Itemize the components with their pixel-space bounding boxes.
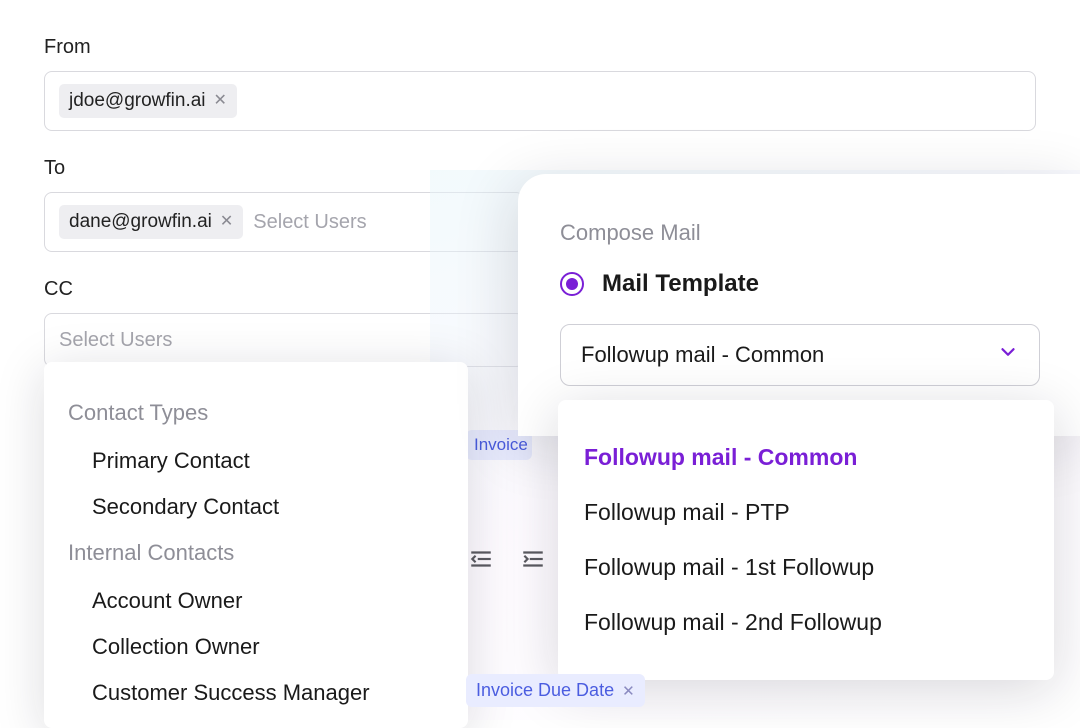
radio-selected-icon (560, 272, 584, 296)
mail-template-radio[interactable]: Mail Template (560, 270, 1040, 298)
to-chip[interactable]: dane@growfin.ai ✕ (59, 205, 243, 239)
indent-increase-icon[interactable] (520, 546, 546, 577)
invoice-due-date-chip[interactable]: Invoice Due Date ✕ (466, 674, 645, 707)
contact-types-heading: Contact Types (68, 400, 444, 426)
template-option[interactable]: Followup mail - 2nd Followup (584, 595, 1028, 650)
close-icon[interactable]: ✕ (214, 93, 227, 109)
contact-type-item[interactable]: Secondary Contact (68, 484, 444, 530)
from-input[interactable]: jdoe@growfin.ai ✕ (44, 71, 1036, 131)
internal-contacts-heading: Internal Contacts (68, 540, 444, 566)
invoice-due-date-text: Invoice Due Date (476, 680, 614, 701)
from-chip[interactable]: jdoe@growfin.ai ✕ (59, 84, 237, 118)
contact-type-item[interactable]: Primary Contact (68, 438, 444, 484)
cc-placeholder: Select Users (59, 329, 172, 352)
compose-mail-title: Compose Mail (560, 220, 1040, 246)
contact-type-item[interactable]: Collection Owner (68, 624, 444, 670)
close-icon[interactable]: ✕ (220, 214, 233, 230)
template-options-list: Followup mail - Common Followup mail - P… (558, 400, 1054, 680)
chevron-down-icon (997, 341, 1019, 369)
compose-mail-panel: Compose Mail Mail Template Followup mail… (518, 174, 1080, 436)
contact-types-popover: Contact Types Primary Contact Secondary … (44, 362, 468, 728)
to-input[interactable]: dane@growfin.ai ✕ Select Users (44, 192, 524, 252)
mail-template-label: Mail Template (602, 270, 759, 298)
from-chip-text: jdoe@growfin.ai (69, 90, 206, 112)
from-label: From (44, 36, 1036, 59)
template-select-value: Followup mail - Common (581, 342, 824, 368)
contact-type-item[interactable]: Account Owner (68, 578, 444, 624)
to-chip-text: dane@growfin.ai (69, 211, 212, 233)
contact-type-item[interactable]: Customer Success Manager (68, 670, 444, 716)
indent-decrease-icon[interactable] (468, 546, 494, 577)
template-option[interactable]: Followup mail - 1st Followup (584, 540, 1028, 595)
template-option[interactable]: Followup mail - PTP (584, 485, 1028, 540)
close-icon[interactable]: ✕ (622, 682, 635, 700)
template-option[interactable]: Followup mail - Common (584, 430, 1028, 485)
to-placeholder: Select Users (253, 211, 366, 234)
template-select[interactable]: Followup mail - Common (560, 324, 1040, 386)
editor-toolbar (468, 546, 546, 577)
cc-input[interactable]: Select Users (44, 313, 524, 367)
